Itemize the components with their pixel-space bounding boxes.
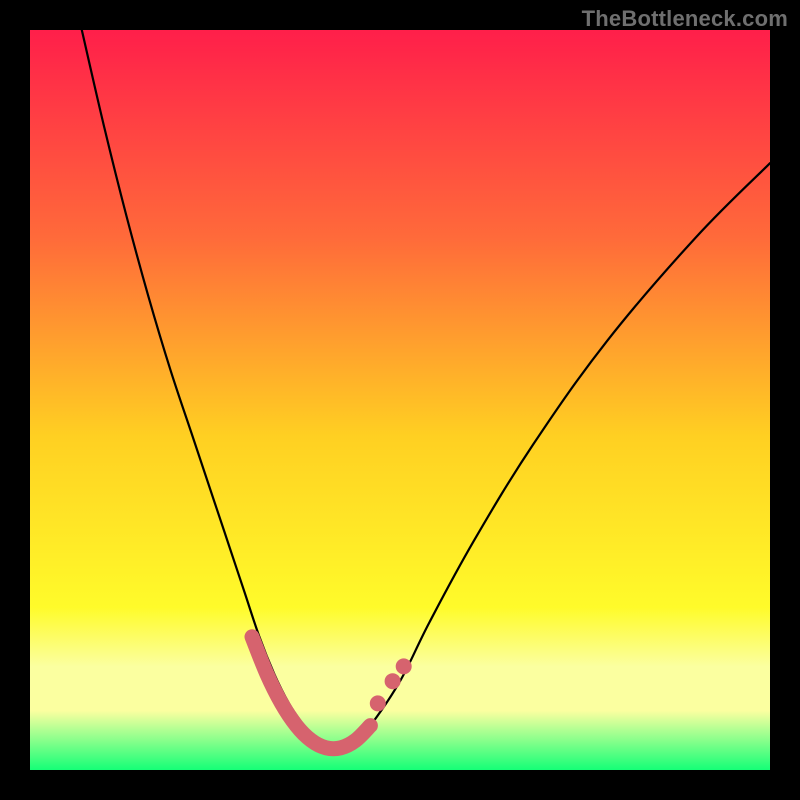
highlight-dot (385, 673, 401, 689)
plot-area (30, 30, 770, 770)
curve-svg (30, 30, 770, 770)
highlight-dot (396, 658, 412, 674)
watermark-text: TheBottleneck.com (582, 6, 788, 32)
highlight-segment (252, 637, 370, 749)
bottleneck-curve (82, 30, 770, 749)
highlight-dot (370, 695, 386, 711)
highlight-dots (370, 658, 412, 711)
chart-stage: TheBottleneck.com (0, 0, 800, 800)
